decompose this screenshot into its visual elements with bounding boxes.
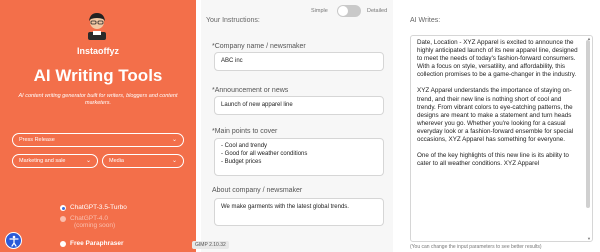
output-scrollbar[interactable] bbox=[586, 40, 590, 208]
output-paragraph: One of the key highlights of this new li… bbox=[417, 152, 569, 168]
toggle-label-detailed: Detailed bbox=[367, 8, 388, 14]
version-badge: GIMP 2.10.32 bbox=[192, 241, 229, 249]
model-option-label: ChatGPT-4.0 bbox=[70, 215, 108, 222]
announcement-input[interactable]: Launch of new apparel line bbox=[214, 96, 384, 115]
app-tagline: AI content writing generator built for w… bbox=[18, 93, 178, 106]
template-select-value: Press Release bbox=[19, 137, 55, 143]
announcement-label: *Announcement or news bbox=[212, 87, 289, 94]
scroll-down-icon[interactable]: ▼ bbox=[587, 236, 591, 241]
chevron-down-icon: ⌄ bbox=[171, 137, 177, 143]
company-name-input[interactable]: ABC inc bbox=[214, 52, 384, 71]
accessibility-button[interactable] bbox=[5, 232, 22, 249]
app-title: AI Writing Tools bbox=[33, 66, 163, 85]
output-heading: AI Writes: bbox=[410, 17, 441, 24]
brand-name: Instaoffyz bbox=[76, 46, 119, 56]
main-point-line: - Cool and trendy bbox=[221, 143, 268, 149]
about-company-textarea[interactable]: We make garments with the latest global … bbox=[214, 198, 384, 226]
format-select-value: Media bbox=[109, 158, 124, 164]
model-option-gpt35[interactable]: ChatGPT-3.5-Turbo bbox=[60, 204, 127, 211]
company-name-label: *Company name / newsmaker bbox=[212, 43, 306, 50]
mode-toggle[interactable] bbox=[337, 5, 361, 17]
main-points-label: *Main points to cover bbox=[212, 128, 278, 135]
output-text: Date, Location - XYZ Apparel is excited … bbox=[417, 39, 579, 176]
about-company-label: About company / newsmaker bbox=[212, 187, 303, 194]
sidebar: Instaoffyz AI Writing Tools AI content w… bbox=[0, 0, 196, 252]
model-option-note: (coming soon) bbox=[74, 222, 116, 229]
output-paragraph: XYZ Apparel understands the importance o… bbox=[417, 87, 574, 144]
output-paragraph: Date, Location - XYZ Apparel is excited … bbox=[417, 39, 578, 79]
model-option-paraphraser[interactable]: Free Paraphraser bbox=[60, 240, 123, 247]
accessibility-icon bbox=[8, 235, 19, 247]
radio-selected-icon bbox=[60, 205, 66, 211]
instructions-heading: Your Instructions: bbox=[206, 17, 260, 24]
tone-select-value: Marketing and sale bbox=[19, 158, 66, 164]
format-select[interactable]: Media ⌄ bbox=[102, 154, 184, 168]
model-option-label: ChatGPT-3.5-Turbo bbox=[70, 204, 127, 211]
main-point-line: - Good for all weather conditions bbox=[221, 151, 308, 157]
model-option-label: Free Paraphraser bbox=[70, 240, 124, 247]
main-points-textarea[interactable]: - Cool and trendy - Good for all weather… bbox=[214, 138, 384, 176]
chevron-down-icon: ⌄ bbox=[171, 158, 177, 164]
avatar-icon bbox=[88, 13, 106, 40]
main-point-line: - Budget prices bbox=[221, 159, 262, 165]
output-textarea[interactable]: Date, Location - XYZ Apparel is excited … bbox=[410, 35, 593, 242]
output-hint: (You can change the input parameters to … bbox=[410, 244, 542, 250]
model-option-gpt4: ChatGPT-4.0 (coming soon) bbox=[60, 215, 115, 229]
toggle-label-simple: Simple bbox=[311, 8, 328, 14]
radio-unselected-icon bbox=[60, 241, 66, 247]
radio-disabled-icon bbox=[60, 216, 66, 222]
chevron-down-icon: ⌄ bbox=[85, 158, 91, 164]
tone-select[interactable]: Marketing and sale ⌄ bbox=[12, 154, 98, 168]
template-select[interactable]: Press Release ⌄ bbox=[12, 133, 184, 147]
toggle-knob bbox=[338, 6, 348, 16]
